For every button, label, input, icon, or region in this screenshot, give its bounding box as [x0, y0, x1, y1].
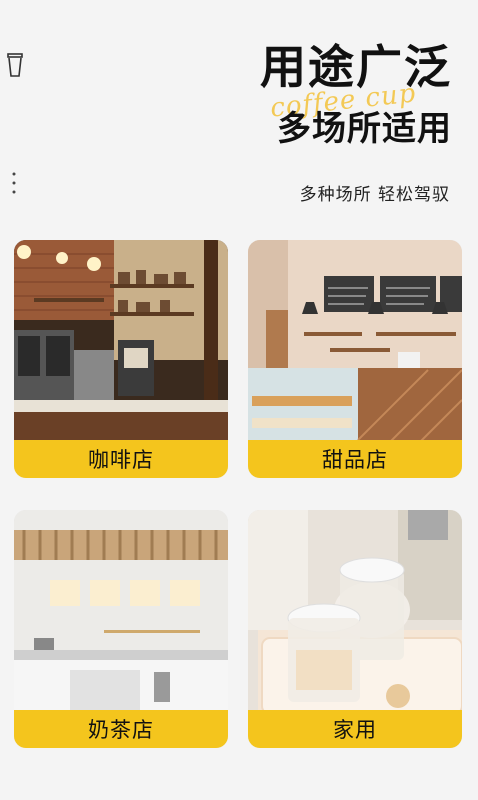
page-title: 用途广泛	[260, 40, 452, 94]
card-dessert-shop: 甜品店	[248, 240, 462, 478]
card-home-use: 家用	[248, 510, 462, 748]
page-subtitle: 多场所适用	[277, 109, 452, 149]
card-label: 咖啡店	[14, 440, 228, 478]
vertical-dots-icon	[12, 172, 16, 194]
card-label: 甜品店	[248, 440, 462, 478]
card-label: 家用	[248, 710, 462, 748]
card-label: 奶茶店	[14, 710, 228, 748]
dessert-shop-illustration	[248, 240, 462, 444]
cup-outline-icon	[7, 53, 23, 77]
card-milk-tea-shop: 奶茶店	[14, 510, 228, 748]
home-use-illustration	[248, 510, 462, 714]
coffee-shop-illustration	[14, 240, 228, 444]
tagline: 多种场所 轻松驾驭	[299, 185, 450, 205]
milk-tea-shop-illustration	[14, 510, 228, 714]
card-coffee-shop: 咖啡店	[14, 240, 228, 478]
